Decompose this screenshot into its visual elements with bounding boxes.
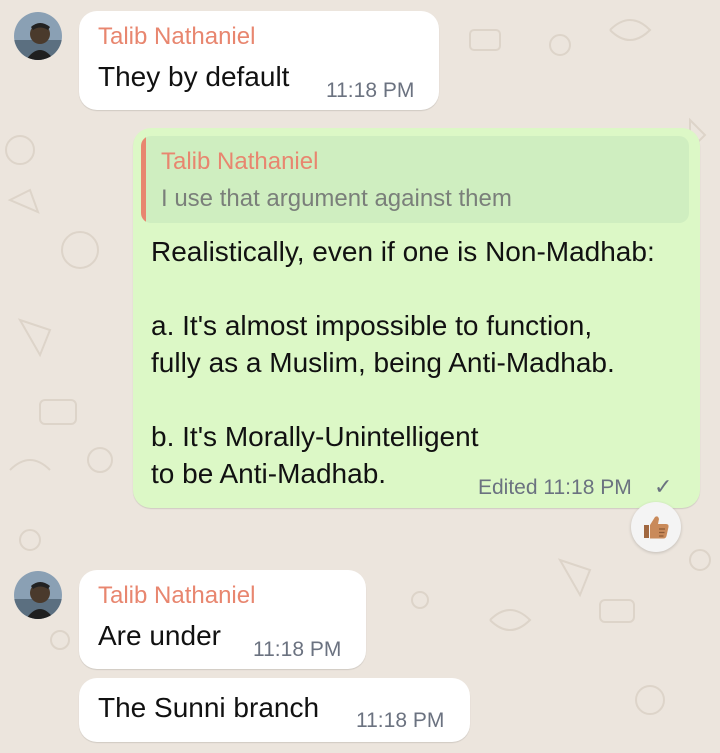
message-line: b. It's Morally-Unintelligent <box>151 421 479 452</box>
avatar[interactable] <box>14 571 62 619</box>
message-line: fully as a Muslim, being Anti-Madhab. <box>151 347 615 378</box>
message-bubble-incoming[interactable]: Talib Nathaniel They by default 11:18 PM <box>79 11 439 110</box>
message-line: a. It's almost impossible to function, <box>151 310 593 341</box>
message-timestamp: 11:18 PM <box>326 79 415 102</box>
sender-name: Talib Nathaniel <box>98 23 256 50</box>
message-bubble-incoming[interactable]: The Sunni branch 11:18 PM <box>79 678 470 742</box>
message-status: Edited 11:18 PM <box>478 476 632 499</box>
message-timestamp: 11:18 PM <box>253 638 342 661</box>
message-text: Are under <box>98 620 221 651</box>
message-timestamp: 11:18 PM <box>356 709 445 732</box>
avatar[interactable] <box>14 12 62 60</box>
message-line: to be Anti-Madhab. <box>151 458 387 489</box>
message-bubble-outgoing[interactable]: Talib Nathaniel I use that argument agai… <box>133 128 700 508</box>
sender-name: Talib Nathaniel <box>98 582 256 609</box>
reply-quote-text: I use that argument against them <box>161 185 512 212</box>
thumbs-up-icon <box>644 516 669 539</box>
sent-check-icon: ✓ <box>654 474 673 499</box>
reaction-badge[interactable] <box>631 502 681 552</box>
avatar-photo-icon <box>14 12 62 60</box>
message-line: Realistically, even if one is Non-Madhab… <box>151 236 655 267</box>
reply-quote-bar <box>141 136 146 223</box>
avatar-photo-icon <box>14 571 62 619</box>
reply-sender-name: Talib Nathaniel <box>161 148 319 175</box>
message-text: They by default <box>98 61 290 92</box>
message-text: The Sunni branch <box>98 692 320 723</box>
reply-quote[interactable]: Talib Nathaniel I use that argument agai… <box>141 136 689 223</box>
message-bubble-incoming[interactable]: Talib Nathaniel Are under 11:18 PM <box>79 570 366 669</box>
